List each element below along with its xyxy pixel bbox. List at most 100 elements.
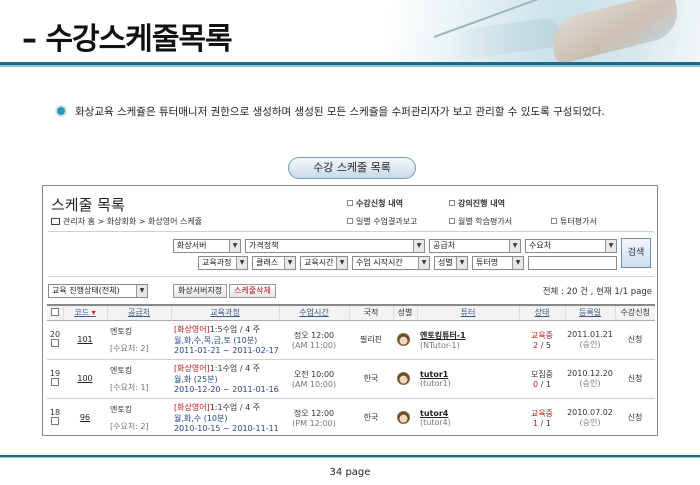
class-select[interactable]: 클래스 ▼: [252, 256, 296, 270]
table-row[interactable]: 20 101 엔토킹 [수요처: 2] [화상영어]1:5수업 / 4 주월,화,…: [47, 320, 655, 360]
table-row[interactable]: 18 96 엔토킹 [수요처: 2] [화상영어]1:1수업 / 4 주 월,화,수…: [47, 398, 655, 435]
col-class-time[interactable]: 수업시간: [278, 304, 349, 321]
divider: [48, 231, 654, 232]
country: 한국: [349, 359, 393, 399]
start-time-select[interactable]: 수업 시작시간 ▼: [352, 256, 430, 270]
breadcrumb: 관리자 홈 > 화상회화 > 화상영어 스케쥴: [51, 216, 202, 227]
course-period: 2010-10-15 ~ 2010-11-11: [174, 424, 279, 433]
select-all-checkbox[interactable]: [50, 307, 59, 316]
course-info: 1:1수업 / 4 주: [209, 403, 261, 412]
table-row[interactable]: 19 100 엔토킹 [수요처: 1] [화상영어]1:1수업 / 4 주 월,화 …: [47, 359, 655, 399]
server-select[interactable]: 화상서버 ▼: [173, 239, 241, 253]
quick-link-daily-report[interactable]: 일별 수업결과보고: [347, 216, 417, 227]
select-all-header: [47, 304, 63, 321]
tutor-name[interactable]: 엔토킹튜터-1: [420, 330, 519, 341]
col-code[interactable]: 코드 ▾: [62, 304, 107, 321]
demander-select[interactable]: 수요처 ▼: [525, 239, 617, 253]
course-days: 월,화,수 (10분): [174, 414, 228, 423]
course-select[interactable]: 교육과정 ▼: [198, 256, 248, 270]
code-link[interactable]: 96: [80, 413, 90, 422]
reg-status: (승인): [579, 417, 601, 427]
tutor-select[interactable]: 튜터명 ▼: [472, 256, 524, 270]
class-time: 정오 12:00: [293, 408, 335, 418]
page-number: 34 page: [329, 467, 371, 478]
course-tag[interactable]: [화상영어]: [174, 403, 210, 412]
square-icon: [347, 200, 353, 206]
reg-status: (승인): [579, 378, 601, 388]
chevron-down-icon: ▼: [136, 285, 147, 297]
chevron-down-icon: ▼: [456, 257, 467, 269]
capacity: / 5: [540, 340, 551, 350]
apply-link[interactable]: 신청: [615, 359, 655, 399]
tutor-name[interactable]: tutor4: [420, 409, 519, 418]
country: 필리핀: [349, 320, 393, 360]
capacity: / 1: [540, 379, 551, 389]
course-info: 1:5수업 / 4 주: [209, 325, 261, 334]
status-badge: 교육중: [530, 330, 554, 340]
footer-divider-light: [0, 457, 700, 458]
col-gender: 성별: [392, 304, 417, 321]
class-time: 정오 12:00: [293, 330, 335, 340]
class-time: 오전 10:00: [293, 369, 335, 379]
description-text: 화상교육 스케쥴은 튜터매니저 권한으로 생성하며 생성된 모든 스케쥴을 수퍼…: [75, 106, 605, 118]
status-filter-select[interactable]: 교육 진행상태(전체) ▼: [48, 284, 148, 298]
col-course[interactable]: 교육과정: [170, 304, 279, 321]
status-badge: 교육중: [530, 408, 554, 418]
course-period: 2011-01-21 ~ 2011-02-17: [174, 346, 279, 355]
breadcrumb-text[interactable]: 관리자 홈 > 화상회화 > 화상영어 스케쥴: [63, 217, 202, 226]
code-link[interactable]: 100: [77, 374, 92, 383]
col-reg-date[interactable]: 등록일: [564, 304, 615, 321]
chevron-down-icon: ▼: [229, 240, 240, 252]
header-divider-light: [0, 65, 700, 67]
bullet-icon: [57, 107, 65, 115]
row-number: 20: [49, 330, 61, 339]
quick-link-lectures[interactable]: 강의진행 내역: [449, 198, 505, 209]
price-policy-select[interactable]: 가격정책 ▼: [245, 239, 425, 253]
person-icon: [396, 372, 410, 385]
code-link[interactable]: 101: [77, 335, 92, 344]
description: 화상교육 스케쥴은 튜터매니저 권한으로 생성하며 생성된 모든 스케쥴을 수퍼…: [57, 104, 605, 119]
chevron-down-icon: ▼: [336, 257, 347, 269]
delete-schedule-button[interactable]: 스케줄삭제: [229, 284, 276, 298]
square-icon: [347, 218, 353, 224]
course-tag[interactable]: [화상영어]: [174, 364, 210, 373]
supplier-name: 엔토킹: [110, 326, 133, 336]
apply-link[interactable]: 신청: [615, 320, 655, 360]
tutor-name[interactable]: tutor1: [420, 370, 519, 379]
tutor-id: (tutor4): [420, 417, 451, 427]
col-country: 국적: [348, 304, 393, 321]
row-number: 19: [49, 369, 61, 378]
assign-server-button[interactable]: 화상서버지정: [173, 284, 228, 298]
chevron-down-icon: ▼: [509, 240, 520, 252]
col-tutor[interactable]: 튜터: [416, 304, 519, 321]
course-days: 월,화,수,목,금,토 (10분): [174, 336, 258, 345]
class-time-local: (AM 10:00): [291, 379, 337, 389]
search-button[interactable]: 검색: [621, 238, 651, 268]
row-checkbox[interactable]: [51, 417, 59, 425]
row-checkbox[interactable]: [51, 378, 59, 386]
col-supplier[interactable]: 공급처: [106, 304, 171, 321]
col-status[interactable]: 상태: [518, 304, 565, 321]
slide-title: – 수강스케줄목록: [22, 22, 233, 57]
slide-header: – 수강스케줄목록: [0, 0, 700, 68]
course-info: 1:1수업 / 4 주: [209, 364, 261, 373]
tutor-name-input[interactable]: [528, 256, 617, 270]
apply-link[interactable]: 신청: [615, 398, 655, 435]
demand-count: [수요처: 1]: [110, 382, 149, 392]
quick-link-enrollment[interactable]: 수강신청 내역: [347, 198, 403, 209]
class-time-local: (AM 11:00): [291, 340, 337, 350]
person-icon: [396, 333, 410, 346]
edu-time-select[interactable]: 교육시간 ▼: [300, 256, 348, 270]
country: 한국: [349, 398, 393, 435]
quick-link-monthly-eval[interactable]: 월별 학습평가서: [449, 216, 512, 227]
divider: [48, 276, 654, 277]
quick-link-tutor-eval[interactable]: 튜터평가서: [551, 216, 597, 227]
schedule-table: 코드 ▾ 공급처 교육과정 수업시간 국적 성별 튜터 상태 등록일 수강신청 …: [47, 304, 655, 435]
demand-count: [수요처: 2]: [110, 343, 149, 353]
gender-select[interactable]: 성별 ▼: [434, 256, 468, 270]
supplier-select[interactable]: 공급처 ▼: [429, 239, 521, 253]
row-checkbox[interactable]: [51, 339, 59, 347]
screen-title: 스케줄 목록: [51, 196, 125, 214]
course-tag[interactable]: [화상영어]: [174, 325, 210, 334]
chevron-down-icon: ▼: [236, 257, 247, 269]
